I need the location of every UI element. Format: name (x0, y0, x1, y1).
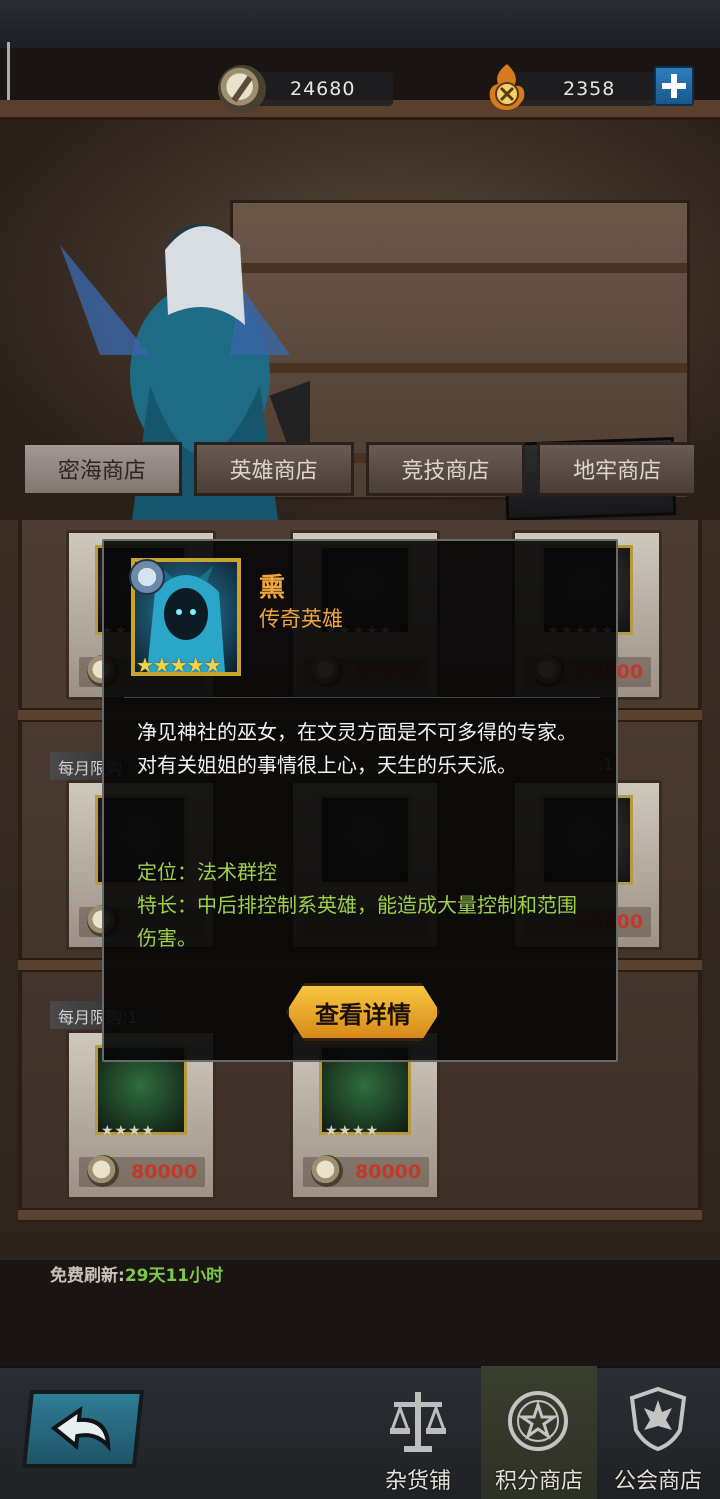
back-button[interactable] (21, 1390, 145, 1468)
hero-specialty: 特长：中后排控制系英雄，能造成大量控制和范围伤害。 (137, 893, 577, 950)
hero-role: 定位：法术群控 (137, 860, 277, 884)
edge-marker (7, 42, 10, 100)
star-badge-icon (508, 1391, 568, 1451)
coin-amount: 24680 (290, 78, 356, 100)
nav-guild-shop[interactable]: 公会商店 (600, 1366, 716, 1499)
nav-label: 积分商店 (494, 1469, 583, 1494)
add-currency-button[interactable] (654, 66, 694, 106)
arena-amount: 2358 (563, 78, 616, 100)
price-row: 80000 (303, 1155, 429, 1187)
hero-description: 净见神社的巫女，在文灵方面是不可多得的专家。对有关姐姐的事情很上心，天生的乐天派… (137, 720, 577, 777)
refresh-label: 免费刷新: (50, 1266, 125, 1286)
element-icon (129, 559, 165, 595)
flame-medal-icon (489, 64, 525, 110)
item-stars: ★★★★ (101, 1123, 156, 1139)
tab-dungeon-shop[interactable]: 地牢商店 (537, 442, 697, 496)
item-price: 80000 (355, 1161, 422, 1183)
nav-label: 公会商店 (613, 1469, 702, 1494)
nav-points-shop[interactable]: 积分商店 (481, 1366, 597, 1499)
scale-icon (389, 1392, 447, 1452)
hero-stars: ★★★★★ (136, 653, 222, 677)
refresh-time: 29天11小时 (124, 1266, 224, 1286)
shop-tab-bar: 密海商店 英雄商店 竞技商店 地牢商店 (22, 442, 697, 498)
tab-mihai-shop[interactable]: 密海商店 (22, 442, 182, 496)
compass-coin-icon (87, 1155, 119, 1187)
plus-icon (662, 74, 686, 98)
hero-info-popup: ★★★★★ 熏 传奇英雄 净见神社的巫女，在文灵方面是不可多得的专家。对有关姐姐… (102, 539, 618, 1062)
item-price: 80000 (131, 1161, 198, 1183)
hero-rarity: 传奇英雄 (259, 607, 343, 631)
nav-label: 杂货铺 (384, 1469, 451, 1494)
hero-role-block: 定位：法术群控 特长：中后排控制系英雄，能造成大量控制和范围伤害。 (137, 856, 587, 955)
nav-general-store[interactable]: 杂货铺 (360, 1366, 476, 1499)
compass-coin-icon (311, 1155, 343, 1187)
compass-coin-icon (218, 65, 266, 113)
free-refresh-timer: 免费刷新:29天11小时 (50, 1261, 223, 1286)
tab-arena-shop[interactable]: 竞技商店 (365, 442, 526, 496)
hero-name: 熏 (259, 573, 286, 603)
divider (124, 697, 600, 698)
top-status-strip (0, 0, 720, 48)
price-row: 80000 (79, 1155, 205, 1187)
tab-hero-shop[interactable]: 英雄商店 (193, 442, 354, 496)
row-divider (18, 1208, 702, 1222)
view-details-button[interactable]: 查看详情 (286, 983, 440, 1041)
back-arrow-icon (50, 1406, 111, 1452)
guild-shield-icon (629, 1386, 687, 1452)
item-stars: ★★★★ (325, 1123, 380, 1139)
